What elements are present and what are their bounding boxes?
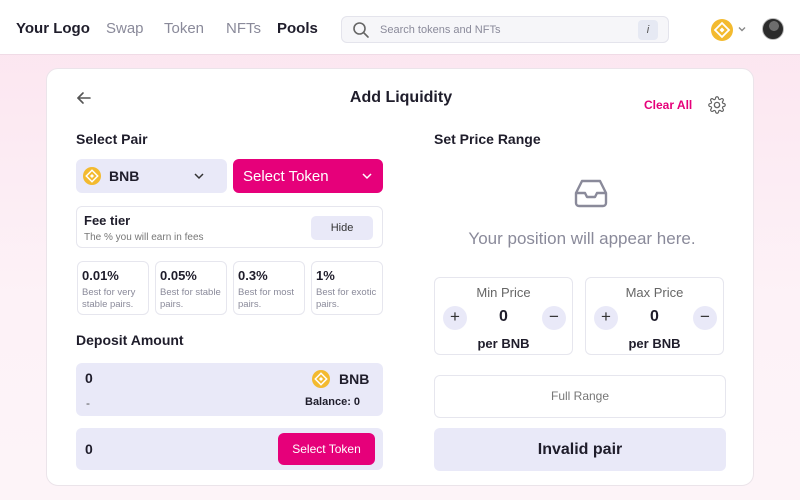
search-input[interactable] <box>380 21 630 39</box>
min-price-box: Min Price + 0 − per BNB <box>434 277 573 355</box>
deposit-a-usd-value: - <box>86 396 90 410</box>
fee-tier-title: Fee tier <box>84 213 131 228</box>
deposit-a-amount-input[interactable] <box>85 370 165 386</box>
search-icon <box>353 22 369 38</box>
max-price-box: Max Price + 0 − per BNB <box>585 277 724 355</box>
chevron-down-icon <box>194 173 204 180</box>
avatar[interactable] <box>762 18 784 40</box>
deposit-token-a-box: - BNB Balance: 0 <box>76 363 383 416</box>
fee-tier-pct: 1% <box>316 268 335 283</box>
fee-tier-box: Fee tier The % you will earn in fees Hid… <box>76 206 383 248</box>
select-pair-label: Select Pair <box>76 131 148 147</box>
info-icon[interactable]: i <box>638 20 658 40</box>
top-nav: Your Logo Swap Token NFTs Pools i <box>0 0 800 55</box>
fee-tier-desc: Best for most pairs. <box>238 287 294 310</box>
max-price-unit: per BNB <box>628 336 681 351</box>
deposit-amount-label: Deposit Amount <box>76 332 184 348</box>
gear-icon[interactable] <box>708 96 726 114</box>
fee-tier-desc: Best for exotic pairs. <box>316 287 377 310</box>
fee-tier-option[interactable]: 1% Best for exotic pairs. <box>311 261 383 315</box>
hide-fee-tiers-button[interactable]: Hide <box>311 216 373 240</box>
invalid-pair-button[interactable]: Invalid pair <box>434 428 726 471</box>
bnb-coin-icon <box>312 370 330 388</box>
deposit-a-balance: Balance: 0 <box>305 396 361 408</box>
select-token-label: Select Token <box>243 168 329 185</box>
full-range-button[interactable]: Full Range <box>434 375 726 418</box>
min-price-decrease-button[interactable]: − <box>542 306 566 330</box>
min-price-label: Min Price <box>476 285 531 300</box>
deposit-b-select-token-button[interactable]: Select Token <box>278 433 375 465</box>
inbox-icon <box>574 179 608 208</box>
chevron-down-icon <box>362 173 372 180</box>
chain-selector-button[interactable] <box>711 19 749 41</box>
deposit-b-amount-input[interactable] <box>85 441 165 457</box>
search-bar: i <box>341 16 669 43</box>
bnb-coin-icon <box>83 167 101 185</box>
deposit-a-token-label: BNB <box>339 371 370 387</box>
clear-all-button[interactable]: Clear All <box>644 98 692 112</box>
fee-tier-desc: Best for stable pairs. <box>160 287 221 310</box>
fee-tier-option[interactable]: 0.3% Best for most pairs. <box>233 261 305 315</box>
nav-link-token[interactable]: Token <box>164 20 204 37</box>
nav-link-swap[interactable]: Swap <box>106 20 144 37</box>
fee-tier-pct: 0.3% <box>238 268 268 283</box>
fee-tier-option[interactable]: 0.05% Best for stable pairs. <box>155 261 227 315</box>
nav-link-pools[interactable]: Pools <box>277 20 318 37</box>
fee-tier-desc: Best for very stable pairs. <box>82 287 136 310</box>
min-price-unit: per BNB <box>477 336 530 351</box>
select-token-b-button[interactable]: Select Token <box>233 159 383 193</box>
empty-position-text: Your position will appear here. <box>468 229 696 248</box>
nav-link-nfts[interactable]: NFTs <box>226 20 261 37</box>
token-a-select[interactable]: BNB <box>76 159 227 193</box>
max-price-decrease-button[interactable]: − <box>693 306 717 330</box>
token-a-label: BNB <box>109 168 140 184</box>
fee-tier-subtitle: The % you will earn in fees <box>84 232 204 243</box>
deposit-token-b-box: Select Token <box>76 428 383 470</box>
fee-tier-option[interactable]: 0.01% Best for very stable pairs. <box>77 261 149 315</box>
logo[interactable]: Your Logo <box>16 20 90 37</box>
add-liquidity-card: Add Liquidity Clear All Select Pair BNB … <box>46 68 754 486</box>
fee-tier-pct: 0.05% <box>160 268 197 283</box>
chevron-down-icon <box>738 27 746 32</box>
fee-tier-pct: 0.01% <box>82 268 119 283</box>
bnb-coin-icon <box>711 19 733 41</box>
set-price-range-label: Set Price Range <box>434 131 541 147</box>
max-price-label: Max Price <box>625 285 684 300</box>
